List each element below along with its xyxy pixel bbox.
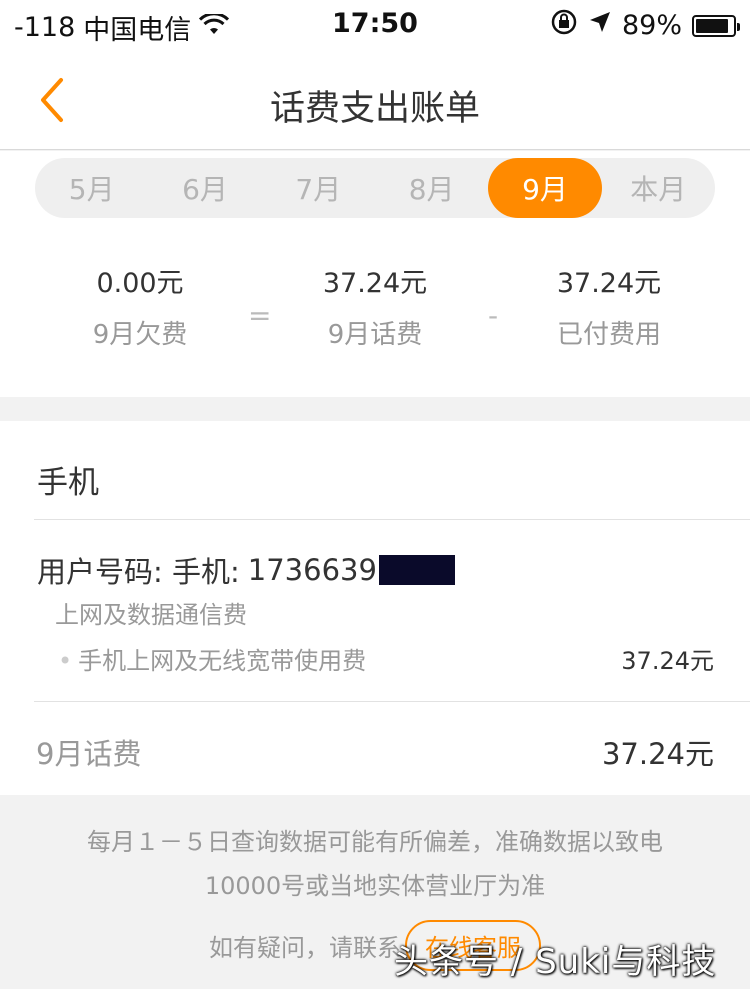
- battery-icon: [692, 14, 740, 37]
- month-tabs: 5月 6月 7月 8月 9月 本月: [35, 158, 715, 218]
- minus-sign: -: [488, 299, 499, 332]
- fee-item-row: • 手机上网及无线宽带使用费 37.24元: [58, 641, 714, 676]
- arrears-label: 9月欠费: [92, 320, 188, 350]
- bill-summary-card: 5月 6月 7月 8月 9月 本月 0.00元 9月欠费 = 37.24元 9月话费 - …: [0, 151, 750, 397]
- notice-line-1: 每月１－５日查询数据可能有所偏差，准确数据以致电: [87, 828, 663, 856]
- arrears-amount: 0.00元: [96, 268, 184, 299]
- battery-percent: 89%: [621, 10, 682, 41]
- total-label: 9月话费: [36, 737, 142, 771]
- section-title: 手机: [37, 465, 99, 501]
- notice-line-2: 10000号或当地实体营业厅为准: [204, 872, 546, 900]
- paid-amount: 37.24元: [556, 268, 662, 299]
- arrears-summary: 0.00元 9月欠费: [40, 261, 240, 351]
- total-value: 37.24元: [601, 737, 714, 771]
- notice-text: 每月１－５日查询数据可能有所偏差，准确数据以致电 10000号或当地实体营业厅为…: [0, 820, 750, 908]
- divider: [34, 519, 750, 520]
- month-tab[interactable]: 8月: [375, 158, 488, 218]
- page-title: 话费支出账单: [269, 89, 480, 129]
- redaction-mask: [378, 555, 455, 585]
- contact-text: 如有疑问，请联系: [209, 934, 401, 962]
- bill-detail-card: 手机 用户号码: 手机: 1736639 上网及数据通信费 • 手机上网及无线宽带…: [0, 421, 750, 795]
- phone-number: 1736639: [247, 553, 377, 587]
- fee-item-name-wrap: • 手机上网及无线宽带使用费: [58, 641, 366, 676]
- month-tab[interactable]: 6月: [148, 158, 261, 218]
- month-tab[interactable]: 7月: [262, 158, 375, 218]
- bullet-icon: •: [58, 647, 73, 675]
- month-tab[interactable]: 5月: [35, 158, 148, 218]
- rotation-lock-icon: [550, 8, 578, 43]
- charges-label: 9月话费: [327, 320, 423, 350]
- charges-amount: 37.24元: [322, 268, 428, 299]
- equals-sign: =: [248, 299, 272, 332]
- paid-label: 已付费用: [556, 320, 661, 350]
- user-number-line: 用户号码: 手机: 1736639: [37, 549, 455, 591]
- paid-summary: 37.24元 已付费用: [509, 261, 709, 351]
- total-row: 9月话费 37.24元: [36, 731, 714, 773]
- fee-item-name: 手机上网及无线宽带使用费: [78, 647, 367, 675]
- nav-bar: 话费支出账单: [0, 52, 750, 150]
- battery-fill: [696, 18, 729, 33]
- watermark: 头条号 / Suki与科技: [394, 942, 717, 982]
- user-number-label: 用户号码: 手机:: [37, 555, 240, 589]
- fee-item-value: 37.24元: [621, 647, 714, 675]
- location-arrow-icon: [588, 10, 612, 41]
- divider: [34, 701, 750, 702]
- status-bar: -118 中国电信 17:50 89%: [0, 0, 750, 52]
- charges-summary: 37.24元 9月话费: [275, 261, 475, 351]
- month-tab[interactable]: 9月: [488, 158, 602, 218]
- month-tab[interactable]: 本月: [602, 158, 715, 218]
- status-right: 89%: [550, 8, 740, 43]
- bill-summary: 0.00元 9月欠费 = 37.24元 9月话费 - 37.24元 已付费用: [0, 261, 750, 371]
- fee-category: 上网及数据通信费: [55, 601, 247, 629]
